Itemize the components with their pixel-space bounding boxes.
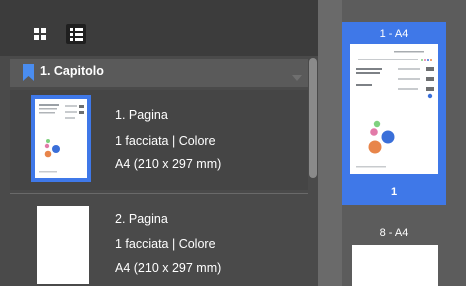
page-thumbnail (37, 206, 89, 284)
list-icon (70, 28, 83, 41)
document-preview-icon (356, 51, 434, 168)
collapse-chevron-icon[interactable] (292, 69, 302, 87)
preview-page-thumbnail (350, 44, 438, 174)
page-size: A4 (210 x 297 mm) (115, 157, 222, 171)
grid-icon (34, 28, 46, 40)
preview-page-number: 1 (390, 186, 398, 198)
page-title: 2. Pagina (115, 212, 168, 226)
chapter-label: 1. Capitolo (40, 64, 104, 78)
page-sides: 1 facciata | Colore (115, 237, 216, 251)
preview-card-title: 8 - A4 (379, 227, 409, 239)
preview-card-title: 1 - A4 (379, 28, 409, 40)
preview-scroll-track[interactable] (318, 0, 342, 286)
list-view-button[interactable] (66, 24, 86, 44)
page-title: 1. Pagina (115, 108, 168, 122)
view-toolbar (0, 0, 318, 56)
page-sides: 1 facciata | Colore (115, 134, 216, 148)
preview-page-thumbnail[interactable] (352, 245, 438, 286)
list-scrollbar[interactable] (309, 58, 317, 178)
preview-card-selected[interactable]: 1 - A4 1 (342, 22, 446, 205)
document-preview-icon (39, 104, 84, 173)
page-thumbnail-selected (31, 95, 91, 182)
page-list-item[interactable]: 2. Pagina 1 facciata | Colore A4 (210 x … (10, 196, 308, 286)
page-list-panel: 1. Capitolo 1. Pagina 1 facciata | Color… (0, 0, 318, 286)
bookmark-icon (23, 64, 34, 86)
grid-view-button[interactable] (30, 24, 50, 44)
page-list-item[interactable]: 1. Pagina 1 facciata | Colore A4 (210 x … (10, 90, 308, 190)
list-divider (10, 193, 308, 194)
chapter-row[interactable]: 1. Capitolo (10, 59, 308, 87)
page-size: A4 (210 x 297 mm) (115, 261, 222, 275)
